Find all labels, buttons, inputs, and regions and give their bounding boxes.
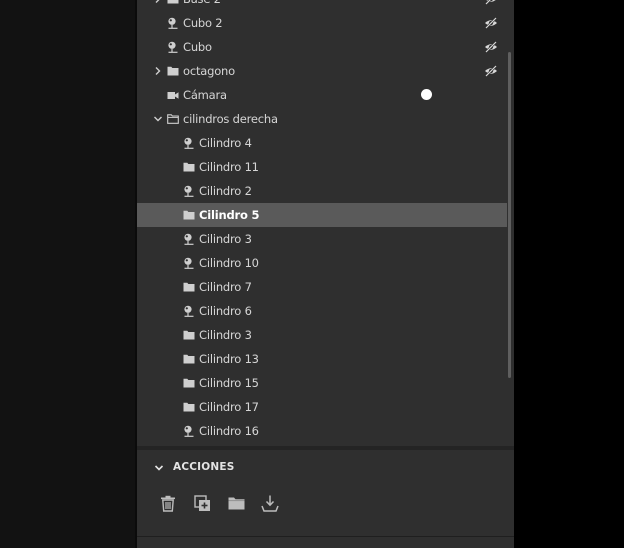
layer-label: Cámara bbox=[183, 88, 227, 102]
trash-icon bbox=[161, 495, 175, 512]
folder-icon bbox=[183, 401, 195, 413]
layer-label: Cubo 2 bbox=[183, 16, 223, 30]
folder-icon bbox=[167, 0, 179, 5]
delete-button[interactable] bbox=[157, 492, 179, 514]
left-gutter bbox=[0, 0, 135, 548]
folder-icon bbox=[183, 353, 195, 365]
eye-hidden-icon[interactable] bbox=[484, 41, 498, 53]
layer-label: Cilindro 10 bbox=[199, 256, 259, 270]
folder-icon bbox=[183, 161, 195, 173]
eye-hidden-icon[interactable] bbox=[484, 17, 498, 29]
folder-icon bbox=[183, 329, 195, 341]
actions-section-header[interactable]: ACCIONES bbox=[137, 458, 507, 478]
layer-label: cilindros derecha bbox=[183, 112, 278, 126]
layer-label: Cilindro 17 bbox=[199, 400, 259, 414]
panel-bottom-border bbox=[137, 536, 514, 537]
eye-hidden-icon[interactable] bbox=[484, 65, 498, 77]
layer-label: Cilindro 3 bbox=[199, 328, 252, 342]
layer-label: Cilindro 4 bbox=[199, 136, 252, 150]
panel-divider bbox=[137, 446, 514, 450]
layer-row[interactable]: Cámara bbox=[137, 83, 507, 107]
folder-icon bbox=[228, 497, 244, 510]
layer-row[interactable]: Cilindro 6 bbox=[137, 299, 507, 323]
layer-label: Cilindro 6 bbox=[199, 304, 252, 318]
layer-label: Cubo bbox=[183, 40, 212, 54]
layer-row[interactable]: Cilindro 3 bbox=[137, 323, 507, 347]
layer-row[interactable]: Cilindro 17 bbox=[137, 395, 507, 419]
layer-row[interactable]: Cilindro 5 bbox=[137, 203, 507, 227]
layer-label: Cilindro 3 bbox=[199, 232, 252, 246]
duplicate-button[interactable] bbox=[191, 492, 213, 514]
object-pin-icon bbox=[183, 305, 195, 317]
layer-row[interactable]: octagono bbox=[137, 59, 507, 83]
layer-row[interactable]: Cilindro 7 bbox=[137, 275, 507, 299]
layer-label: Base 2 bbox=[183, 0, 221, 6]
layer-row[interactable]: Cilindro 13 bbox=[137, 347, 507, 371]
folder-icon bbox=[183, 209, 195, 221]
duplicate-icon bbox=[193, 494, 210, 511]
layer-label: Cilindro 2 bbox=[199, 184, 252, 198]
export-button[interactable] bbox=[259, 492, 281, 514]
layer-row[interactable]: Cubo 2 bbox=[137, 11, 507, 35]
right-gutter bbox=[514, 0, 624, 548]
layer-label: Cilindro 7 bbox=[199, 280, 252, 294]
chevron-right-icon[interactable] bbox=[153, 0, 163, 4]
layer-label: Cilindro 13 bbox=[199, 352, 259, 366]
chevron-down-icon[interactable] bbox=[153, 114, 163, 124]
layer-row[interactable]: Cilindro 2 bbox=[137, 179, 507, 203]
layer-label: Cilindro 15 bbox=[199, 376, 259, 390]
layer-label: Cilindro 5 bbox=[199, 208, 260, 222]
layers-tree: Base 2 Cubo 2 Cubo octagono Cámara cilindros … bbox=[137, 0, 507, 446]
object-pin-icon bbox=[183, 233, 195, 245]
chevron-down-icon[interactable] bbox=[154, 463, 164, 473]
layer-label: Cilindro 16 bbox=[199, 424, 259, 438]
layer-row[interactable]: cilindros derecha bbox=[137, 107, 507, 131]
layer-row[interactable]: Cilindro 11 bbox=[137, 155, 507, 179]
download-tray-icon bbox=[261, 495, 279, 512]
object-pin-icon bbox=[183, 185, 195, 197]
folder-icon bbox=[167, 65, 179, 77]
layer-row[interactable]: Cilindro 16 bbox=[137, 419, 507, 443]
folder-open-icon bbox=[167, 113, 179, 125]
folder-icon bbox=[183, 377, 195, 389]
layer-label: Cilindro 11 bbox=[199, 160, 259, 174]
object-pin-icon bbox=[183, 425, 195, 437]
chevron-right-icon[interactable] bbox=[153, 66, 163, 76]
layer-row[interactable]: Cilindro 4 bbox=[137, 131, 507, 155]
camera-icon bbox=[167, 89, 179, 101]
layer-row[interactable]: Cilindro 10 bbox=[137, 251, 507, 275]
object-pin-icon bbox=[167, 17, 179, 29]
tree-scrollbar[interactable] bbox=[508, 52, 511, 378]
folder-icon bbox=[183, 281, 195, 293]
layer-label: octagono bbox=[183, 64, 235, 78]
layers-panel: Base 2 Cubo 2 Cubo octagono Cámara cilindros … bbox=[135, 0, 514, 548]
layer-row[interactable]: Cilindro 3 bbox=[137, 227, 507, 251]
eye-hidden-icon[interactable] bbox=[484, 0, 498, 5]
cursor-dot bbox=[421, 89, 432, 100]
object-pin-icon bbox=[167, 41, 179, 53]
layer-row[interactable]: Cubo bbox=[137, 35, 507, 59]
object-pin-icon bbox=[183, 137, 195, 149]
layer-row[interactable]: Cilindro 15 bbox=[137, 371, 507, 395]
group-folder-button[interactable] bbox=[225, 492, 247, 514]
object-pin-icon bbox=[183, 257, 195, 269]
actions-title: ACCIONES bbox=[173, 461, 235, 473]
layer-row[interactable]: Base 2 bbox=[137, 0, 507, 11]
